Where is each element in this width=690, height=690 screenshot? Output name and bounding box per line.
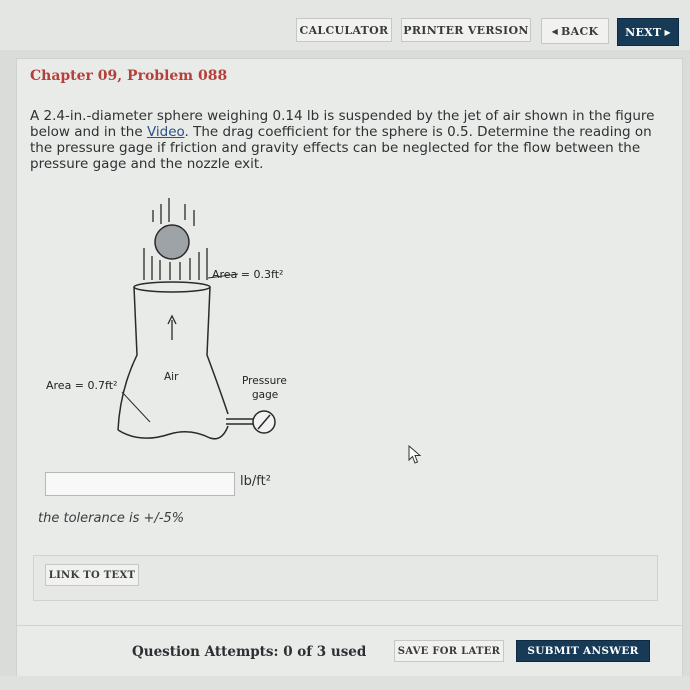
footer-divider — [16, 625, 683, 626]
link-to-text-label: LINK TO TEXT — [48, 569, 136, 581]
question-attempts: Question Attempts: 0 of 3 used — [132, 644, 367, 660]
link-to-text-button[interactable]: LINK TO TEXT — [45, 564, 139, 586]
tolerance-note: the tolerance is +/-5% — [38, 511, 185, 526]
submit-answer-button[interactable]: SUBMIT ANSWER — [516, 640, 650, 662]
calculator-label: CALCULATOR — [299, 23, 389, 37]
mouse-cursor-icon — [408, 445, 422, 464]
problem-title: Chapter 09, Problem 088 — [30, 68, 228, 84]
problem-statement: A 2.4-in.-diameter sphere weighing 0.14 … — [30, 108, 670, 172]
save-for-later-button[interactable]: SAVE FOR LATER — [394, 640, 504, 662]
inlet-area-leader — [121, 391, 151, 423]
inlet-area-label: Area = 0.7ft² — [46, 379, 117, 392]
air-label: Air — [164, 371, 179, 383]
page-bottom-edge — [0, 676, 690, 690]
printer-version-button[interactable]: PRINTER VERSION — [401, 18, 531, 42]
back-button[interactable]: ◀ BACK — [541, 18, 609, 44]
video-link[interactable]: Video — [147, 124, 185, 140]
next-button[interactable]: NEXT ▶ — [617, 18, 679, 46]
back-arrow-icon: ◀ — [551, 26, 559, 36]
save-for-later-label: SAVE FOR LATER — [397, 645, 501, 657]
gage-label-line2: gage — [252, 389, 278, 401]
back-label: BACK — [561, 24, 599, 38]
gage-assembly — [226, 410, 276, 434]
calculator-button[interactable]: CALCULATOR — [296, 18, 392, 42]
next-arrow-icon: ▶ — [664, 27, 671, 37]
sphere — [154, 224, 190, 260]
nozzle-body — [117, 281, 229, 440]
answer-input[interactable] — [45, 472, 235, 496]
printer-version-label: PRINTER VERSION — [403, 23, 529, 37]
next-label: NEXT — [625, 25, 662, 39]
exit-area-label: Area = 0.3ft² — [212, 268, 283, 281]
nozzle-diagram: Area = 0.3ft² Area = 0.7ft² Air Pressure… — [46, 198, 287, 440]
gage-label-line1: Pressure — [242, 375, 287, 387]
answer-unit: lb/ft² — [240, 474, 271, 489]
submit-answer-label: SUBMIT ANSWER — [527, 645, 639, 657]
